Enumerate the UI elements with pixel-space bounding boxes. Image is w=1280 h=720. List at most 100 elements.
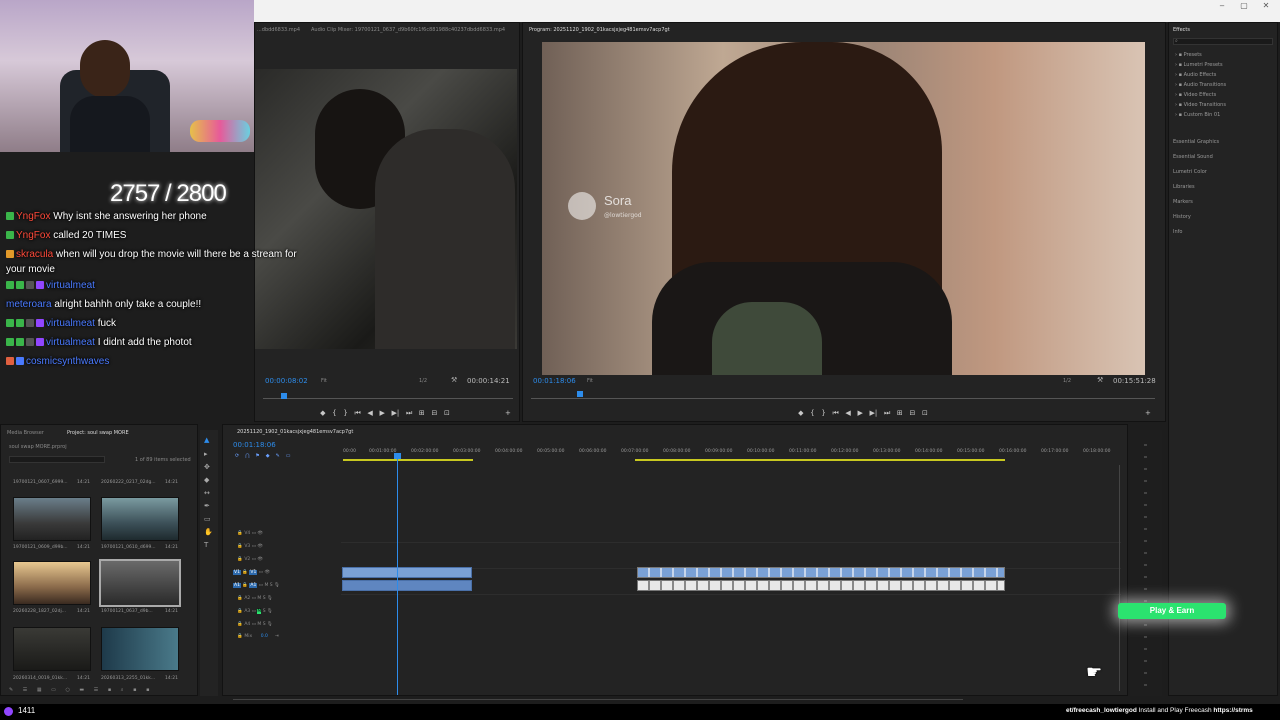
track-header-a3[interactable]: 🔒 A3 ▭ M S 🎙 xyxy=(233,609,343,614)
wrench-icon[interactable]: ⚒ xyxy=(1097,376,1103,384)
timeline-timecode[interactable]: 00:01:18:06 xyxy=(233,441,276,449)
clip-name: 19700121_0607_6999... xyxy=(13,480,68,485)
track-header-v3[interactable]: 🔒 V3 ▭ 👁 xyxy=(233,544,343,549)
effects-tree-item[interactable]: › ▪ Audio Transitions xyxy=(1175,82,1226,88)
clip-name: 20260228_1827_02dj... xyxy=(13,609,66,614)
program-playhead[interactable] xyxy=(577,391,583,397)
effects-tree-item[interactable]: › ▪ Presets xyxy=(1175,52,1202,58)
track-header-v2[interactable]: 🔒 V2 ▭ 👁 xyxy=(233,557,343,562)
minimize-button[interactable]: ‒ xyxy=(1216,0,1228,12)
slip-tool-icon[interactable]: ↔ xyxy=(204,489,210,497)
program-add-button[interactable]: + xyxy=(1145,409,1151,417)
program-fit-select[interactable]: Fit xyxy=(587,378,593,384)
source-resolution-select[interactable]: 1/2 xyxy=(419,378,427,384)
project-footer-icons[interactable]: ✎ ☰ ▦ ▭ ○ ▬ ☰ ▪ ⌕ ▪ ▪ xyxy=(9,687,154,693)
panel-essential-sound[interactable]: Essential Sound xyxy=(1173,154,1213,160)
timeline-tab[interactable]: 20251120_1902_01kacsjxjeg481emsv7acp7gt xyxy=(237,426,353,438)
panel-info[interactable]: Info xyxy=(1173,229,1182,235)
effects-tree-item[interactable]: › ▪ Video Transitions xyxy=(1175,102,1226,108)
clip-thumbnail[interactable] xyxy=(13,561,91,605)
clip-name: 20260222_0217_02dg... xyxy=(101,480,156,485)
ripple-edit-tool-icon[interactable]: ✥ xyxy=(204,463,210,471)
close-button[interactable]: ✕ xyxy=(1260,0,1272,12)
video-clip-group[interactable] xyxy=(637,567,1005,578)
track-header-a4[interactable]: 🔒 A4 ▭ M S 🎙 xyxy=(233,622,343,627)
program-timecode[interactable]: 00:01:18:06 xyxy=(533,377,576,385)
hand-tool-icon[interactable]: ✋ xyxy=(204,528,213,536)
tab-audio-clip-mixer[interactable]: Audio Clip Mixer: 19700121_0637_d9b60fc1… xyxy=(311,24,511,36)
maximize-button[interactable]: ▢ xyxy=(1238,0,1250,12)
pen-tool-icon[interactable]: ✒ xyxy=(204,502,210,510)
panel-history[interactable]: History xyxy=(1173,214,1191,220)
wrench-icon[interactable]: ⚒ xyxy=(451,376,457,384)
meter-scale xyxy=(1144,444,1147,692)
chat-message: your movie xyxy=(6,264,55,275)
source-add-button[interactable]: + xyxy=(505,409,511,417)
source-duration: 00:00:14:21 xyxy=(467,377,510,385)
effects-search-input[interactable]: ⌕ xyxy=(1173,38,1273,45)
clip-name: 19700121_0610_d699... xyxy=(101,545,156,550)
track-header-v4[interactable]: 🔒 V4 ▭ 👁 xyxy=(233,531,343,536)
watermark-title: Sora xyxy=(604,193,632,208)
play-earn-button[interactable]: Play & Earn xyxy=(1118,603,1226,619)
source-fit-select[interactable]: Fit xyxy=(321,378,327,384)
effects-tree-item[interactable]: › ▪ Lumetri Presets xyxy=(1175,62,1223,68)
track-select-tool-icon[interactable]: ▸ xyxy=(204,450,208,458)
tab-source[interactable]: ...dbdd6833.mp4 xyxy=(257,24,312,36)
project-search-input[interactable] xyxy=(9,456,105,463)
panel-essential-graphics[interactable]: Essential Graphics xyxy=(1173,139,1219,145)
clip-duration: 14:21 xyxy=(165,676,178,681)
panel-libraries[interactable]: Libraries xyxy=(1173,184,1195,190)
clip-thumbnail[interactable] xyxy=(101,627,179,671)
timeline-scrollbar[interactable] xyxy=(233,699,963,700)
rectangle-tool-icon[interactable]: ▭ xyxy=(204,515,211,523)
ruler-tick: 00:05:00:00 xyxy=(537,449,565,454)
program-transport-controls[interactable]: ◆ { } ⏮ ◀ ▶ ▶| ⏭ ⊞ ⊟ ⊡ xyxy=(743,409,983,418)
effects-tree-item[interactable]: › ▪ Audio Effects xyxy=(1175,72,1216,78)
video-clip[interactable] xyxy=(342,567,472,578)
timeline-tool-icons[interactable]: ⟳⋂⚑◆✎▭ xyxy=(235,453,297,459)
source-scrubber[interactable] xyxy=(263,398,513,399)
track-header-a1[interactable]: A1 🔒 A1 ▭ M S 🎙 xyxy=(233,583,343,588)
razor-tool-icon[interactable]: ◆ xyxy=(204,476,209,484)
track-header-v1[interactable]: V1 🔒 V1 ▭ 👁 xyxy=(233,570,343,575)
clip-duration: 14:21 xyxy=(77,609,90,614)
audio-clip[interactable] xyxy=(342,580,472,591)
clip-thumbnail[interactable] xyxy=(13,627,91,671)
track-divider xyxy=(341,594,1121,595)
track-header-mix[interactable]: 🔒 Mix 0.0 ⇥ xyxy=(233,634,343,639)
effects-tree-item[interactable]: › ▪ Custom Bin 01 xyxy=(1175,112,1220,118)
selection-tool-icon[interactable]: ▲ xyxy=(204,436,209,444)
bottom-ticker-bar: et/freecash_lowtiergod Install and Play … xyxy=(0,704,1280,720)
hand-cursor-icon: ☛ xyxy=(1086,662,1103,683)
ruler-tick: 00:10:00:00 xyxy=(747,449,775,454)
program-title[interactable]: Program: 20251120_1902_01kacsjxjeg481ems… xyxy=(529,24,670,36)
type-tool-icon[interactable]: T xyxy=(204,541,208,549)
ruler-tick: 00:15:00:00 xyxy=(957,449,985,454)
panel-lumetri-color[interactable]: Lumetri Color xyxy=(1173,169,1207,175)
tools-panel: ▲ ▸ ✥ ◆ ↔ ✒ ▭ ✋ T xyxy=(200,430,218,696)
panel-markers[interactable]: Markers xyxy=(1173,199,1193,205)
program-resolution-select[interactable]: 1/2 xyxy=(1063,378,1071,384)
effects-panel: Effects ⌕ › ▪ Presets › ▪ Lumetri Preset… xyxy=(1168,22,1278,696)
timeline-ruler[interactable]: 00:00 00:01:00:00 00:02:00:00 00:03:00:0… xyxy=(341,447,1121,463)
effects-tree-item[interactable]: › ▪ Video Effects xyxy=(1175,92,1216,98)
clip-thumbnail-selected[interactable] xyxy=(99,559,181,607)
timeline-vertical-scrollbar[interactable] xyxy=(1119,465,1120,691)
program-scrubber[interactable] xyxy=(531,398,1155,399)
tab-media-browser[interactable]: Media Browser xyxy=(7,427,44,439)
source-timecode[interactable]: 00:00:08:02 xyxy=(265,377,308,385)
chat-message: virtualmeat fuck xyxy=(6,318,116,329)
clip-thumbnail[interactable] xyxy=(101,497,179,541)
tab-project[interactable]: Project: soul swap MORE xyxy=(67,427,129,439)
ruler-tick: 00:14:00:00 xyxy=(915,449,943,454)
effects-title[interactable]: Effects xyxy=(1173,24,1190,36)
clip-thumbnail[interactable] xyxy=(13,497,91,541)
playhead-handle[interactable] xyxy=(394,453,401,459)
timeline-playhead[interactable] xyxy=(397,455,398,695)
clip-name: 19700121_0609_d99b... xyxy=(13,545,68,550)
ruler-tick: 00:16:00:00 xyxy=(999,449,1027,454)
audio-clip-group[interactable] xyxy=(637,580,1005,591)
source-playhead[interactable] xyxy=(281,393,287,399)
track-header-a2[interactable]: 🔒 A2 ▭ M S 🎙 xyxy=(233,596,343,601)
